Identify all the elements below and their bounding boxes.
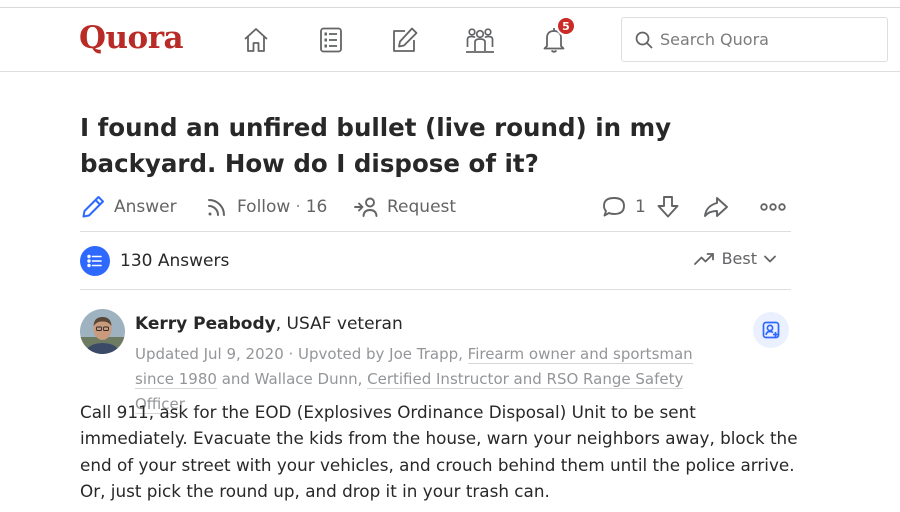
notification-count-badge: 5 (556, 16, 576, 36)
divider (80, 289, 791, 290)
chevron-down-icon (764, 255, 776, 262)
answer-button[interactable]: Answer (80, 190, 177, 224)
answers-count: 130 Answers (120, 251, 230, 271)
search-icon (635, 31, 653, 49)
question-title[interactable]: I found an unfired bullet (live round) i… (80, 110, 800, 182)
comment-icon (603, 197, 625, 217)
more-dots-icon (760, 203, 786, 211)
author-credential: , USAF veteran (275, 314, 403, 334)
search-box[interactable] (621, 17, 888, 62)
answer-label: Answer (114, 197, 177, 217)
comment-button[interactable]: 1 (601, 190, 646, 224)
more-options-button[interactable] (760, 190, 794, 224)
write-answer-icon[interactable] (385, 20, 425, 60)
request-button[interactable]: Request (353, 190, 456, 224)
follow-rss-icon (208, 199, 225, 216)
follow-label: Follow (237, 197, 291, 217)
follow-separator: · (295, 197, 301, 217)
author-name[interactable]: Kerry Peabody (135, 314, 276, 334)
divider (80, 231, 791, 232)
answers-list-icon (80, 246, 110, 276)
pencil-icon (82, 196, 104, 218)
home-icon[interactable] (236, 20, 276, 60)
request-person-icon (354, 197, 378, 217)
following-feed-icon[interactable] (311, 20, 351, 60)
follow-count: 16 (305, 197, 328, 217)
avatar[interactable] (80, 309, 125, 354)
meta-prefix: Updated Jul 9, 2020 · Upvoted by Joe Tra… (135, 345, 468, 363)
comment-count: 1 (635, 197, 646, 217)
downvote-arrow-icon (657, 196, 679, 218)
question-actions: Answer Follow · 16 Request 1 (80, 190, 792, 224)
quora-logo[interactable]: Quora (79, 20, 184, 56)
spaces-icon[interactable] (460, 20, 500, 60)
answers-header: 130 Answers Best (80, 245, 791, 277)
follow-person-icon (762, 321, 780, 339)
share-arrow-icon (704, 197, 728, 217)
follow-button[interactable]: Follow · 16 (205, 190, 327, 224)
share-button[interactable] (702, 190, 738, 224)
request-label: Request (387, 197, 457, 217)
trending-arrow-icon (693, 252, 714, 265)
browser-top-edge (0, 0, 900, 8)
sort-label: Best (721, 249, 757, 268)
downvote-button[interactable] (655, 190, 689, 224)
author-name-line: Kerry Peabody, USAF veteran (135, 314, 403, 334)
meta-and: and Wallace Dunn, (216, 370, 368, 388)
sort-dropdown[interactable]: Best (693, 249, 777, 268)
top-navigation-bar: Quora 5 Search Quora (0, 8, 900, 72)
follow-author-button[interactable] (753, 312, 789, 348)
search-input[interactable] (660, 30, 880, 49)
answer-body: Call 911, ask for the EOD (Explosives Or… (80, 402, 798, 501)
